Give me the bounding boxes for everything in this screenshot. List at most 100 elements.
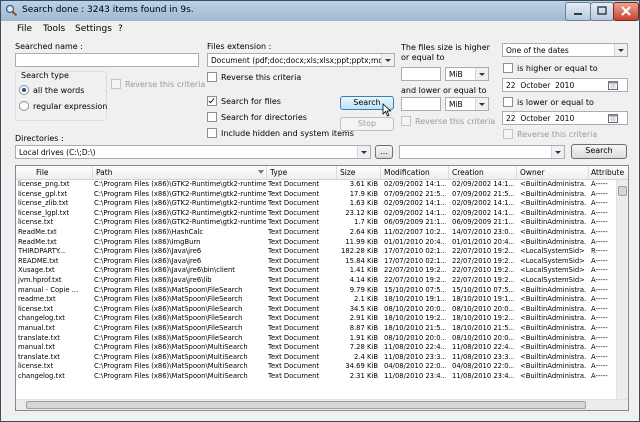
cell-path: C:\Program Files (x86)\GTK2-Runtime\gtk2… [94,218,266,227]
cell-modification: 22/07/2010 19:2... [384,266,446,275]
cell-attribute: A----- [591,343,608,352]
cell-owner: <BuiltinAdministra... [520,180,586,188]
cell-creation: 22/07/2010 19:2... [452,275,514,284]
date-reverse-checkbox[interactable]: Reverse this criteria [503,129,597,139]
title-bar[interactable]: Search done : 3243 items found in 9s. [1,1,639,21]
table-row[interactable]: README.txt C:\Program Files (x86)\Java\jr… [16,257,616,267]
size-reverse-checkbox[interactable]: Reverse this criteria [401,116,495,126]
table-row[interactable]: ReadMe.txt C:\Program Files (x86)\ImgBurn… [16,238,616,248]
column-type[interactable]: Type [270,168,287,177]
minimize-button[interactable] [565,2,591,21]
results-rows: license_png.txt C:\Program Files (x86)\GT… [16,180,616,381]
column-path[interactable]: Path [96,168,112,177]
size-lower-input[interactable] [401,97,441,111]
horizontal-scrollbar[interactable] [16,399,628,410]
cell-path: C:\Program Files (x86)\MatSpoon\FileSear… [94,285,243,294]
vertical-scrollbar[interactable] [616,180,628,399]
table-row[interactable]: license_gpl.txt C:\Program Files (x86)\GT… [16,190,616,200]
cell-creation: 02/09/2002 14:1... [452,208,514,217]
cell-size: 1.63 KiB [349,199,378,208]
cell-size: 2.64 KiB [349,227,378,236]
cell-modification: 18/10/2010 19:1... [384,295,446,304]
date-higher-checkbox[interactable]: is higher or equal to [503,63,598,73]
maximize-button[interactable] [590,2,614,21]
cell-type: Text Document [268,352,320,361]
radio-regular-expression[interactable]: regular expression [19,101,107,111]
table-row[interactable]: Xusage.txt C:\Program Files (x86)\Java\jr… [16,266,616,276]
size-higher-unit-select[interactable]: MiB [445,67,489,81]
table-row[interactable]: jvm.hprof.txt C:\Program Files (x86)\Java… [16,276,616,286]
cell-file: license_png.txt [18,180,70,188]
include-hidden-checkbox[interactable]: Include hidden and system items [207,128,354,138]
cell-file: license_gpl.txt [18,189,68,198]
column-attribute[interactable]: Attribute [591,168,624,177]
cell-size: 17.9 KiB [349,189,378,198]
calendar-icon[interactable] [608,80,618,90]
name-reverse-checkbox[interactable]: Reverse this criteria [111,79,205,89]
extension-reverse-checkbox[interactable]: Reverse this criteria [207,72,301,82]
searched-name-label: Searched name : [15,42,83,51]
table-row[interactable]: manual.txt C:\Program Files (x86)\MatSpoo… [16,343,616,353]
maximize-icon [597,6,607,15]
date-higher-day: 22 [506,81,516,90]
size-lower-unit-select[interactable]: MiB [445,97,489,111]
table-row[interactable]: license.txt C:\Program Files (x86)\GTK2-R… [16,218,616,228]
menu-file[interactable]: File [17,24,32,34]
cell-modification: 02/09/2002 14:1... [384,199,446,208]
table-row[interactable]: license_lgpl.txt C:\Program Files (x86)\G… [16,209,616,219]
table-row[interactable]: manual - Copie ... C:\Program Files (x86)… [16,286,616,296]
search-directories-checkbox[interactable]: Search for directories [207,112,307,122]
size-higher-input[interactable] [401,67,441,81]
date-kind-select[interactable]: One of the dates [502,43,628,57]
stop-button[interactable]: Stop [340,117,394,131]
radio-all-words[interactable]: all the words [19,85,84,95]
cell-type: Text Document [268,295,320,304]
calendar-icon[interactable] [608,113,618,123]
cell-path: C:\Program Files (x86)\MatSpoon\MultiSea… [94,343,248,352]
date-higher-month: October [520,81,551,90]
table-row[interactable]: readme.txt C:\Program Files (x86)\MatSpoo… [16,295,616,305]
table-row[interactable]: translate.txt C:\Program Files (x86)\MatS… [16,353,616,363]
searched-name-input[interactable] [15,53,199,67]
column-creation[interactable]: Creation [452,168,484,177]
secondary-search-select[interactable] [399,145,565,159]
column-file[interactable]: File [36,168,49,177]
cell-creation: 18/10/2010 19:1... [452,295,514,304]
table-row[interactable]: translate.txt C:\Program Files (x86)\MatS… [16,334,616,344]
size-higher-unit-value: MiB [449,70,463,79]
table-row[interactable]: manual.txt C:\Program Files (x86)\MatSpoo… [16,324,616,334]
table-row[interactable]: changelog.txt C:\Program Files (x86)\MatS… [16,314,616,324]
cell-file: changelog.txt [18,371,65,380]
table-row[interactable]: license.txt C:\Program Files (x86)\MatSpo… [16,305,616,315]
horizontal-scroll-thumb[interactable] [26,401,586,409]
column-owner[interactable]: Owner [520,168,545,177]
search-results-button[interactable]: Search [571,144,627,159]
cell-type: Text Document [268,362,320,371]
menu-settings[interactable]: Settings [75,24,112,34]
close-button[interactable] [613,2,639,21]
cell-file: translate.txt [18,333,60,342]
table-row[interactable]: license.txt C:\Program Files (x86)\MatSpo… [16,362,616,372]
table-row[interactable]: ReadMe.txt C:\Program Files (x86)\HashCal… [16,228,616,238]
table-row[interactable]: license_png.txt C:\Program Files (x86)\GT… [16,180,616,190]
menu-tools[interactable]: Tools [43,24,65,34]
column-size[interactable]: Size [340,168,355,177]
cell-owner: <LocalSystemSid> [520,247,585,256]
table-row[interactable]: changelog.txt C:\Program Files (x86)\MatS… [16,372,616,382]
date-lower-checkbox[interactable]: is lower or equal to [503,97,594,107]
menu-help[interactable]: ? [118,24,123,34]
size-lower-unit-value: MiB [449,100,463,109]
table-row[interactable]: THIRDPARTY... C:\Program Files (x86)\Java… [16,247,616,257]
cell-owner: <BuiltinAdministra... [520,199,586,208]
table-row[interactable]: license_zlib.txt C:\Program Files (x86)\G… [16,199,616,209]
browse-directories-button[interactable]: ... [375,145,393,159]
cell-creation: 11/08/2010 23:3... [452,352,514,361]
close-icon [621,6,631,16]
vertical-scroll-thumb[interactable] [618,186,627,196]
column-modification[interactable]: Modification [384,168,430,177]
results-table[interactable]: File Path Type Size Modification Creatio… [15,165,629,411]
files-extension-select[interactable]: Document (pdf;doc;docx;xls;xlsx;ppt;pptx… [207,53,395,67]
chevron-down-icon [614,44,627,56]
search-files-checkbox[interactable]: Search for files [207,96,281,106]
directories-select[interactable]: Local drives (C:\;D:\) [15,145,371,159]
